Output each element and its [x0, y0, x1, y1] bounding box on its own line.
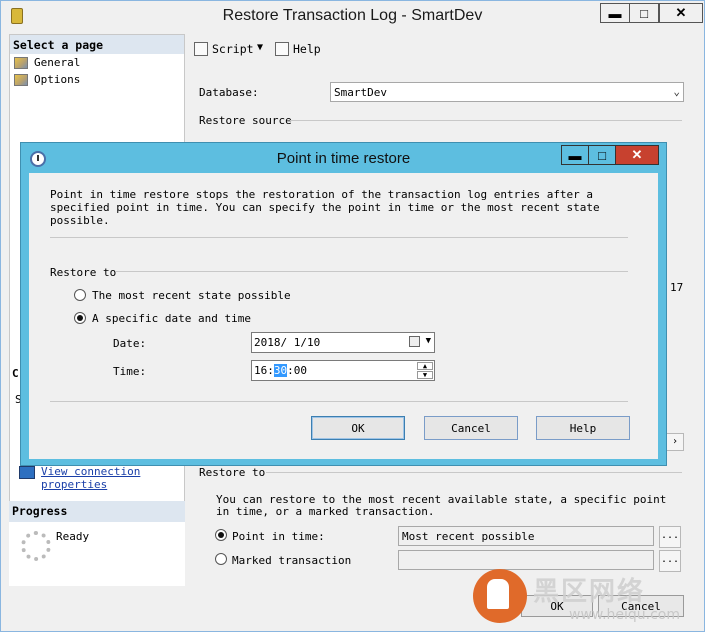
script-label: Script [212, 42, 254, 56]
restore-to-label: Restore to [199, 466, 266, 479]
dialog-help-button[interactable]: Help [536, 416, 630, 440]
link-line-1: View connection [41, 465, 141, 478]
spin-down-icon[interactable]: ▼ [417, 371, 433, 379]
database-select[interactable]: SmartDev ⌄ [330, 82, 684, 102]
connection-icon [19, 466, 35, 479]
date-value: 2018/ 1/10 [254, 336, 321, 349]
view-connection-properties-link[interactable]: View connection properties [41, 465, 140, 491]
connection-area: View connection properties [9, 461, 185, 501]
toolbar: Script ▼ Help [186, 34, 704, 66]
point-in-time-browse-button[interactable]: ... [659, 526, 681, 548]
help-button[interactable]: Help [275, 42, 321, 56]
script-icon [194, 42, 208, 56]
spin-up-icon[interactable]: ▲ [417, 362, 433, 370]
divider [50, 237, 628, 238]
restore-to-description: You can restore to the most recent avail… [216, 493, 667, 518]
partial-value: 17 [670, 281, 684, 294]
watermark-logo-icon [473, 569, 527, 623]
progress-status: Ready [56, 530, 90, 543]
watermark-brand: 黑区网络 [533, 577, 646, 607]
divider [116, 271, 628, 272]
maximize-button[interactable]: □ [629, 3, 659, 23]
time-seconds: :00 [287, 364, 307, 377]
time-picker[interactable]: 16:30:00 ▲ ▼ [251, 360, 435, 381]
dialog-close-button[interactable]: ✕ [615, 145, 659, 165]
time-hour: 16 [254, 364, 268, 377]
script-button[interactable]: Script [194, 42, 254, 56]
dialog-description: Point in time restore stops the restorat… [50, 188, 600, 227]
database-label: Database: [199, 86, 259, 99]
dialog-ok-button[interactable]: OK [311, 416, 405, 440]
connection-header-fragment: C [12, 367, 19, 380]
date-label: Date: [113, 337, 147, 350]
point-in-time-label: Point in time: [232, 530, 325, 543]
page-item-label: Options [34, 73, 81, 86]
divider [50, 401, 628, 402]
database-value: SmartDev [334, 85, 387, 99]
chevron-down-icon: ▼ [425, 336, 431, 346]
help-label: Help [293, 42, 321, 56]
point-in-time-radio[interactable] [215, 529, 227, 541]
specific-date-time-label: A specific date and time [92, 312, 251, 325]
watermark: 黑区网络 www.heiqu.com [473, 567, 698, 629]
time-label: Time: [113, 365, 147, 378]
divider [266, 472, 682, 473]
dialog-body: Point in time restore stops the restorat… [29, 173, 658, 459]
title-bar: Restore Transaction Log - SmartDev ▬ □ ✕ [1, 1, 704, 31]
marked-transaction-radio[interactable] [215, 553, 227, 565]
window-title: Restore Transaction Log - SmartDev [222, 7, 483, 24]
dialog-cancel-button[interactable]: Cancel [424, 416, 518, 440]
point-in-time-restore-dialog: Point in time restore ▬ □ ✕ Point in tim… [20, 142, 667, 466]
restore-source-label: Restore source [199, 114, 292, 127]
time-separator: : [267, 364, 274, 377]
point-in-time-field: Most recent possible [398, 526, 654, 546]
progress-header: Progress [9, 501, 185, 522]
chevron-down-icon: ⌄ [673, 85, 680, 98]
select-page-header: Select a page [10, 35, 184, 54]
dialog-minimize-button[interactable]: ▬ [561, 145, 589, 165]
close-button[interactable]: ✕ [659, 3, 703, 23]
watermark-url: www.heiqu.com [569, 607, 681, 623]
help-icon [275, 42, 289, 56]
script-dropdown-arrow[interactable]: ▼ [257, 42, 263, 53]
restore-transaction-log-window: Restore Transaction Log - SmartDev ▬ □ ✕… [0, 0, 705, 632]
page-item-general[interactable]: General [10, 54, 184, 71]
link-line-2: properties [41, 478, 108, 491]
progress-panel: Ready [9, 522, 185, 586]
date-picker[interactable]: 2018/ 1/10 ▼ [251, 332, 435, 353]
time-minute: 30 [273, 364, 288, 377]
divider [290, 120, 682, 121]
most-recent-state-label: The most recent state possible [92, 289, 291, 302]
progress-spinner-icon [21, 531, 51, 561]
specific-date-time-radio[interactable] [74, 312, 86, 324]
marked-transaction-label: Marked transaction [232, 554, 352, 567]
most-recent-state-radio[interactable] [74, 289, 86, 301]
page-icon [14, 56, 28, 69]
dialog-maximize-button[interactable]: □ [588, 145, 616, 165]
page-icon [14, 73, 28, 86]
restore-to-label: Restore to [50, 266, 117, 279]
minimize-button[interactable]: ▬ [600, 3, 630, 23]
page-item-options[interactable]: Options [10, 71, 184, 88]
calendar-icon [409, 336, 420, 347]
scroll-right-icon[interactable]: › [666, 433, 684, 451]
page-item-label: General [34, 56, 81, 69]
